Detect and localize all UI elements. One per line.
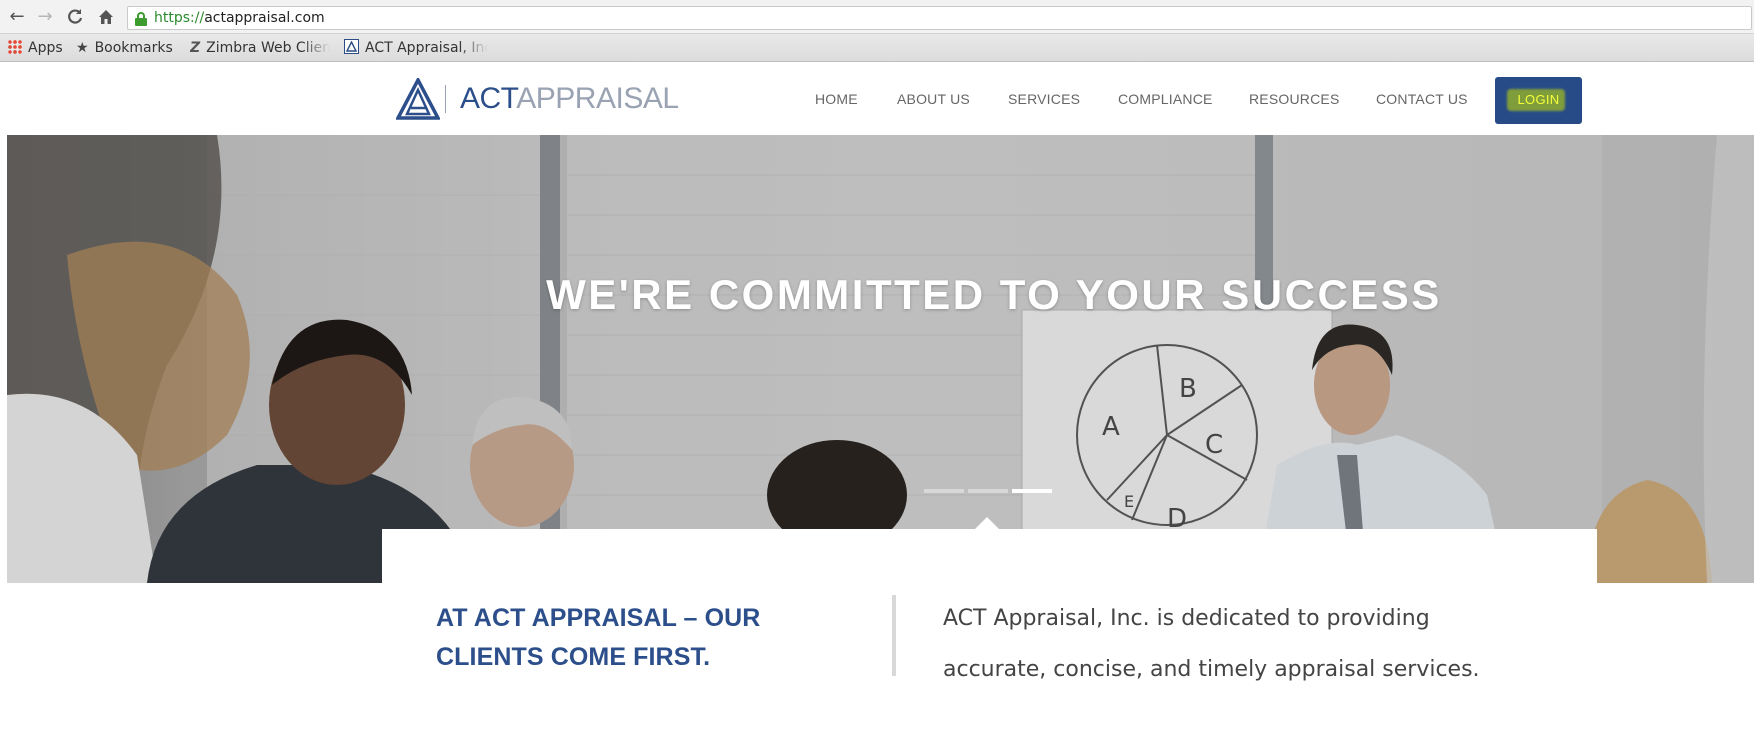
intro-heading: AT ACT APPRAISAL – OUR CLIENTS COME FIRS… — [436, 599, 836, 677]
bookmark-folder-bookmarks[interactable]: ★ Bookmarks — [76, 34, 173, 62]
nav-compliance[interactable]: COMPLIANCE — [1118, 89, 1213, 109]
logo-divider — [445, 85, 446, 113]
bookmark-act-appraisal[interactable]: ACT Appraisal, Inc — [344, 34, 488, 62]
browser-toolbar: ← → https://actappraisal.com — [0, 0, 1754, 34]
address-bar[interactable]: https://actappraisal.com — [127, 6, 1752, 30]
site-header: ACTAPPRAISAL HOME ABOUT US SERVICES COMP… — [0, 63, 1754, 135]
nav-contact-us[interactable]: CONTACT US — [1376, 89, 1468, 109]
nav-home[interactable]: HOME — [815, 89, 858, 109]
hero-title: WE'RE COMMITTED TO YOUR SUCCESS — [546, 271, 1442, 318]
hero-photo: A B C D E — [7, 135, 1754, 583]
bookmarks-bar: Apps ★ Bookmarks Z Zimbra Web Clien ACT Ap… — [0, 34, 1754, 62]
home-icon[interactable] — [94, 6, 118, 28]
site-logo[interactable]: ACTAPPRAISAL — [396, 78, 679, 120]
login-label: LOGIN — [1517, 92, 1560, 107]
star-icon: ★ — [76, 40, 89, 56]
forward-arrow-icon[interactable]: → — [34, 6, 56, 28]
bookmark-zimbra[interactable]: Z Zimbra Web Clien — [190, 34, 330, 62]
apps-grid-icon — [8, 40, 22, 54]
logo-act: ACT — [460, 82, 517, 115]
intro-text-line-1: ACT Appraisal, Inc. is dedicated to prov… — [943, 606, 1430, 631]
logo-text: ACTAPPRAISAL — [460, 84, 679, 114]
intro-card: AT ACT APPRAISAL – OUR CLIENTS COME FIRS… — [382, 529, 1597, 751]
act-favicon-icon — [344, 39, 359, 54]
url-scheme: https:// — [154, 10, 205, 26]
bookmark-act-label: ACT Appraisal, Inc — [365, 40, 488, 56]
back-arrow-icon[interactable]: ← — [6, 6, 28, 28]
nav-services[interactable]: SERVICES — [1008, 89, 1080, 109]
slider-dot-3[interactable] — [1012, 489, 1052, 493]
nav-about-us[interactable]: ABOUT US — [897, 89, 970, 109]
logo-mark-icon — [396, 78, 440, 120]
logo-appraisal: APPRAISAL — [516, 82, 679, 115]
reload-icon[interactable] — [64, 6, 86, 28]
nav-resources[interactable]: RESOURCES — [1249, 89, 1339, 109]
bookmark-apps-label: Apps — [28, 40, 63, 56]
bookmark-apps[interactable]: Apps — [8, 34, 63, 62]
zimbra-icon: Z — [190, 40, 201, 56]
login-button[interactable]: LOGIN — [1495, 77, 1582, 124]
vertical-divider — [892, 595, 896, 676]
url-host: actappraisal.com — [204, 10, 325, 26]
intro-text-line-2: accurate, concise, and timely appraisal … — [943, 657, 1480, 682]
bookmark-zimbra-label: Zimbra Web Clien — [206, 40, 330, 56]
bookmark-bookmarks-label: Bookmarks — [94, 40, 173, 56]
hero-slider: A B C D E WE'RE COMMITTED TO YOUR SUCCES… — [7, 135, 1754, 583]
intro-heading-line-1: AT ACT APPRAISAL – OUR — [436, 604, 761, 632]
intro-text: ACT Appraisal, Inc. is dedicated to prov… — [943, 593, 1503, 695]
intro-heading-line-2: CLIENTS COME FIRST. — [436, 643, 711, 671]
url-text: https://actappraisal.com — [154, 7, 325, 29]
lock-icon — [135, 12, 147, 26]
slider-dot-2[interactable] — [968, 489, 1008, 493]
slider-dot-1[interactable] — [924, 489, 964, 493]
